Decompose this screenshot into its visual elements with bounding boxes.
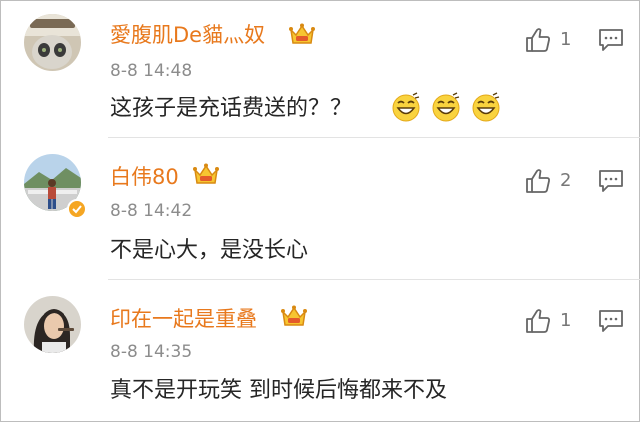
comment-bubble-icon[interactable] [598,309,624,333]
avatar[interactable] [24,14,81,71]
crown-icon [289,23,315,44]
avatar[interactable] [24,296,81,353]
like-count: 1 [560,310,572,331]
thumbs-up-icon[interactable] [524,307,552,335]
grinning-face-emoji [392,92,420,122]
crown-icon [281,305,307,326]
verified-badge-icon [67,199,87,219]
username[interactable]: 印在一起是重叠 [110,306,257,332]
comment-bubble-icon[interactable] [598,169,624,193]
thumbs-up-icon[interactable] [524,167,552,195]
comment-text: 真不是开玩笑 到时候后悔都来不及 [110,378,447,403]
timestamp: 8-8 14:42 [110,201,193,221]
username[interactable]: 愛腹肌De貓灬奴 [110,22,265,48]
timestamp: 8-8 14:48 [110,61,193,81]
like-count: 2 [560,170,572,191]
thumbs-up-icon[interactable] [524,26,552,54]
like-count: 1 [560,29,572,50]
comment-item: 印在一起是重叠 8-8 14:35 真不是开玩笑 到时候后悔都来不及 1 [0,280,640,422]
comment-item: 愛腹肌De貓灬奴 8-8 14:48 这孩子是充话费送的？？ 1 [0,0,640,138]
grinning-face-emoji [432,92,460,122]
timestamp: 8-8 14:35 [110,342,193,362]
comment-item: 白伟80 8-8 14:42 不是心大，是没长心 2 [0,138,640,280]
grinning-face-emoji [472,92,500,122]
comment-text: 不是心大，是没长心 [110,238,309,263]
username[interactable]: 白伟80 [110,164,179,190]
comment-bubble-icon[interactable] [598,28,624,52]
crown-icon [193,163,219,184]
comment-text: 这孩子是充话费送的？？ [110,96,353,121]
